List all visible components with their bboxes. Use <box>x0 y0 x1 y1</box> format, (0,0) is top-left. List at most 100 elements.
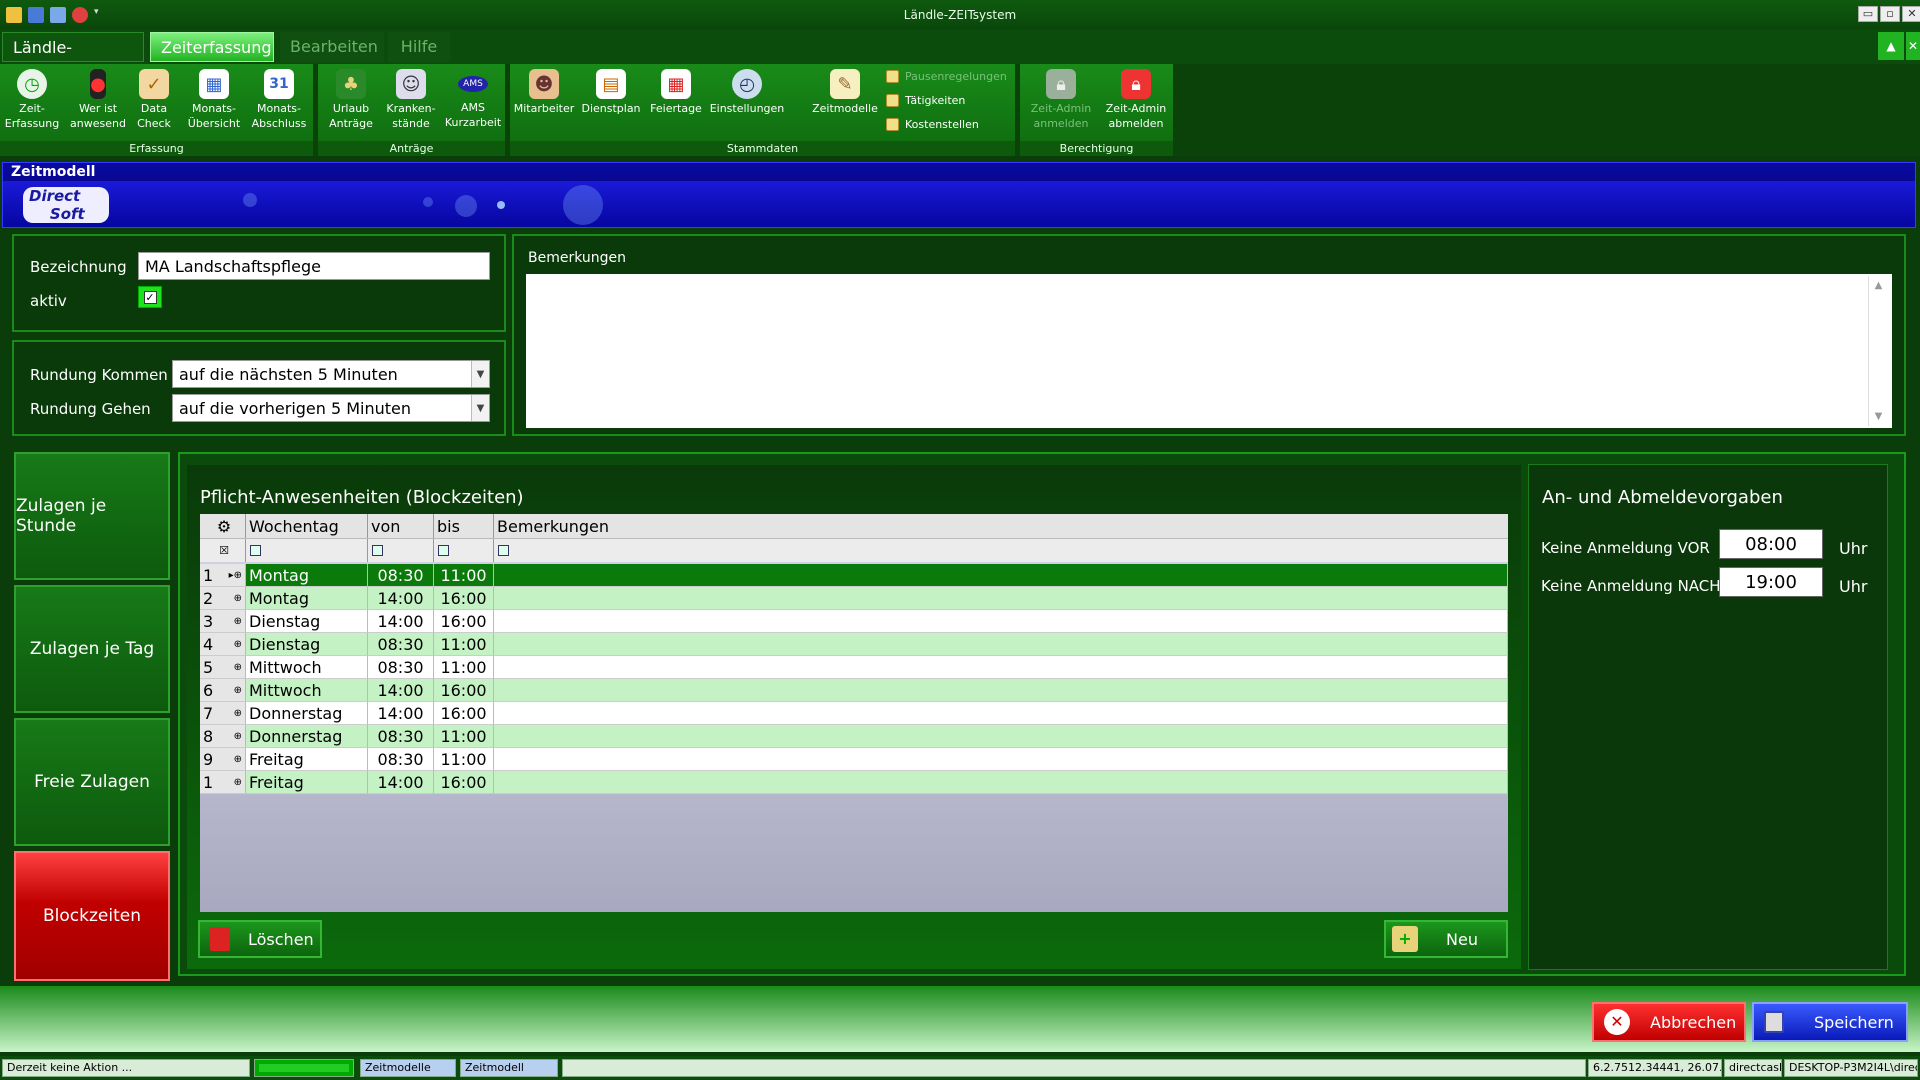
taetigkeiten-button[interactable]: Tätigkeiten <box>886 94 965 107</box>
row-expand-icon[interactable]: ⊕ <box>234 679 242 701</box>
loeschen-button[interactable]: Löschen <box>198 920 322 958</box>
einstellungen-button[interactable]: ◴ Einstellungen <box>708 66 786 116</box>
cell-bemerkungen[interactable] <box>494 702 1508 725</box>
rundung-gehen-select[interactable]: auf die vorherigen 5 Minuten ▼ <box>172 394 490 422</box>
cell-wochentag[interactable]: Dienstag <box>246 633 368 656</box>
cell-bemerkungen[interactable] <box>494 679 1508 702</box>
nav-blockzeiten[interactable]: Blockzeiten <box>14 851 170 981</box>
column-header-bemerkungen[interactable]: Bemerkungen <box>494 514 1508 538</box>
bezeichnung-input[interactable]: MA Landschaftspflege <box>138 252 490 280</box>
cell-bemerkungen[interactable] <box>494 656 1508 679</box>
pausenregelungen-button[interactable]: Pausenregelungen <box>886 70 1007 83</box>
cell-bemerkungen[interactable] <box>494 725 1508 748</box>
filter-icon[interactable] <box>250 545 261 556</box>
cell-wochentag[interactable]: Freitag <box>246 771 368 794</box>
chevron-down-icon[interactable]: ▼ <box>471 395 489 421</box>
filter-icon[interactable] <box>372 545 383 556</box>
cell-wochentag[interactable]: Dienstag <box>246 610 368 633</box>
kostenstellen-button[interactable]: Kostenstellen <box>886 118 979 131</box>
table-row[interactable]: ⊕ 9 Freitag 08:30 11:00 <box>200 748 1508 771</box>
scroll-up-icon[interactable]: ▲ <box>1869 280 1888 291</box>
row-expand-icon[interactable]: ⊕ <box>234 656 242 678</box>
table-row[interactable]: ⊕ 5 Mittwoch 08:30 11:00 <box>200 656 1508 679</box>
column-header-von[interactable]: von <box>368 514 434 538</box>
cell-bemerkungen[interactable] <box>494 564 1508 587</box>
row-indicator-arrow-icon[interactable]: ▸⊕ <box>229 564 242 586</box>
nav-zulagen-je-tag[interactable]: Zulagen je Tag <box>14 585 170 713</box>
tab-hilfe[interactable]: Hilfe <box>388 32 450 62</box>
cell-wochentag[interactable]: Mittwoch <box>246 679 368 702</box>
chevron-down-icon[interactable]: ▼ <box>471 361 489 387</box>
column-header-bis[interactable]: bis <box>434 514 494 538</box>
row-expand-icon[interactable]: ⊕ <box>234 633 242 655</box>
cell-von[interactable]: 14:00 <box>368 610 434 633</box>
dienstplan-button[interactable]: ▤ Dienstplan <box>578 66 644 116</box>
cell-bis[interactable]: 11:00 <box>434 656 494 679</box>
cell-bis[interactable]: 11:00 <box>434 564 494 587</box>
column-header-wochentag[interactable]: Wochentag <box>246 514 368 538</box>
cell-von[interactable]: 08:30 <box>368 725 434 748</box>
cell-von[interactable]: 08:30 <box>368 633 434 656</box>
filter-icon[interactable] <box>438 545 449 556</box>
cell-wochentag[interactable]: Donnerstag <box>246 725 368 748</box>
tab-bearbeiten[interactable]: Bearbeiten <box>280 32 384 62</box>
aktiv-checkbox[interactable]: ✓ <box>138 286 162 308</box>
table-row[interactable]: ⊕ 4 Dienstag 08:30 11:00 <box>200 633 1508 656</box>
cell-von[interactable]: 14:00 <box>368 679 434 702</box>
monats-uebersicht-button[interactable]: ▦ Monats- Übersicht <box>184 66 244 131</box>
close-document-icon[interactable]: ✕ <box>1906 32 1920 60</box>
row-expand-icon[interactable]: ⊕ <box>234 587 242 609</box>
keine-anmeldung-nach-input[interactable]: 19:00 <box>1719 567 1823 597</box>
tab-zeiterfassung[interactable]: Zeiterfassung <box>150 32 274 62</box>
bemerkungen-scrollbar[interactable]: ▲ ▼ <box>1868 276 1888 426</box>
cell-wochentag[interactable]: Montag <box>246 564 368 587</box>
cell-bemerkungen[interactable] <box>494 748 1508 771</box>
keine-anmeldung-vor-input[interactable]: 08:00 <box>1719 529 1823 559</box>
cell-bemerkungen[interactable] <box>494 771 1508 794</box>
filter-cell[interactable] <box>368 539 434 562</box>
speichern-button[interactable]: Speichern <box>1752 1002 1908 1042</box>
ams-kurzarbeit-button[interactable]: AMS AMS Kurzarbeit <box>442 66 504 130</box>
cell-von[interactable]: 08:30 <box>368 748 434 771</box>
restore-button[interactable]: ▫ <box>1880 6 1900 22</box>
cell-bis[interactable]: 11:00 <box>434 725 494 748</box>
filter-cell[interactable] <box>494 539 1508 562</box>
filter-clear-icon[interactable]: ☒ <box>200 539 246 562</box>
zeit-erfassung-button[interactable]: ◷ Zeit- Erfassung <box>2 66 62 131</box>
blockzeiten-grid[interactable]: ⚙ Wochentag von bis Bemerkungen ☒ ▸⊕ 1 Mon… <box>200 514 1508 912</box>
cell-von[interactable]: 14:00 <box>368 771 434 794</box>
cell-wochentag[interactable]: Donnerstag <box>246 702 368 725</box>
rundung-kommen-select[interactable]: auf die nächsten 5 Minuten ▼ <box>172 360 490 388</box>
cell-von[interactable]: 14:00 <box>368 702 434 725</box>
cell-wochentag[interactable]: Mittwoch <box>246 656 368 679</box>
scroll-down-icon[interactable]: ▼ <box>1869 411 1888 422</box>
mitarbeiter-button[interactable]: ☻ Mitarbeiter <box>512 66 576 116</box>
cell-bis[interactable]: 11:00 <box>434 633 494 656</box>
minimize-button[interactable]: ▭ <box>1858 6 1878 22</box>
row-expand-icon[interactable]: ⊕ <box>234 771 242 793</box>
cell-wochentag[interactable]: Freitag <box>246 748 368 771</box>
table-row[interactable]: ⊕ 2 Montag 14:00 16:00 <box>200 587 1508 610</box>
close-button[interactable]: ✕ <box>1902 6 1920 22</box>
cell-wochentag[interactable]: Montag <box>246 587 368 610</box>
table-row[interactable]: ⊕ 1 Freitag 14:00 16:00 <box>200 771 1508 794</box>
cell-von[interactable]: 14:00 <box>368 587 434 610</box>
cell-von[interactable]: 08:30 <box>368 656 434 679</box>
filter-cell[interactable] <box>434 539 494 562</box>
cell-bis[interactable]: 16:00 <box>434 702 494 725</box>
wer-ist-anwesend-button[interactable]: ● Wer ist anwesend <box>66 66 130 131</box>
filter-icon[interactable] <box>498 545 509 556</box>
task-zeitmodelle[interactable]: Zeitmodelle <box>360 1059 456 1077</box>
row-expand-icon[interactable]: ⊕ <box>234 702 242 724</box>
collapse-ribbon-icon[interactable]: ▲ <box>1878 32 1904 60</box>
cell-bemerkungen[interactable] <box>494 587 1508 610</box>
urlaub-antraege-button[interactable]: ♣ Urlaub Anträge <box>322 66 380 131</box>
table-row[interactable]: ⊕ 6 Mittwoch 14:00 16:00 <box>200 679 1508 702</box>
app-menu-tab[interactable]: Ländle-ZEITsystem <box>2 32 144 87</box>
table-row[interactable]: ▸⊕ 1 Montag 08:30 11:00 <box>200 564 1508 587</box>
row-expand-icon[interactable]: ⊕ <box>234 725 242 747</box>
abbrechen-button[interactable]: ✕ Abbrechen <box>1592 1002 1746 1042</box>
cell-bemerkungen[interactable] <box>494 610 1508 633</box>
table-row[interactable]: ⊕ 3 Dienstag 14:00 16:00 <box>200 610 1508 633</box>
table-row[interactable]: ⊕ 7 Donnerstag 14:00 16:00 <box>200 702 1508 725</box>
